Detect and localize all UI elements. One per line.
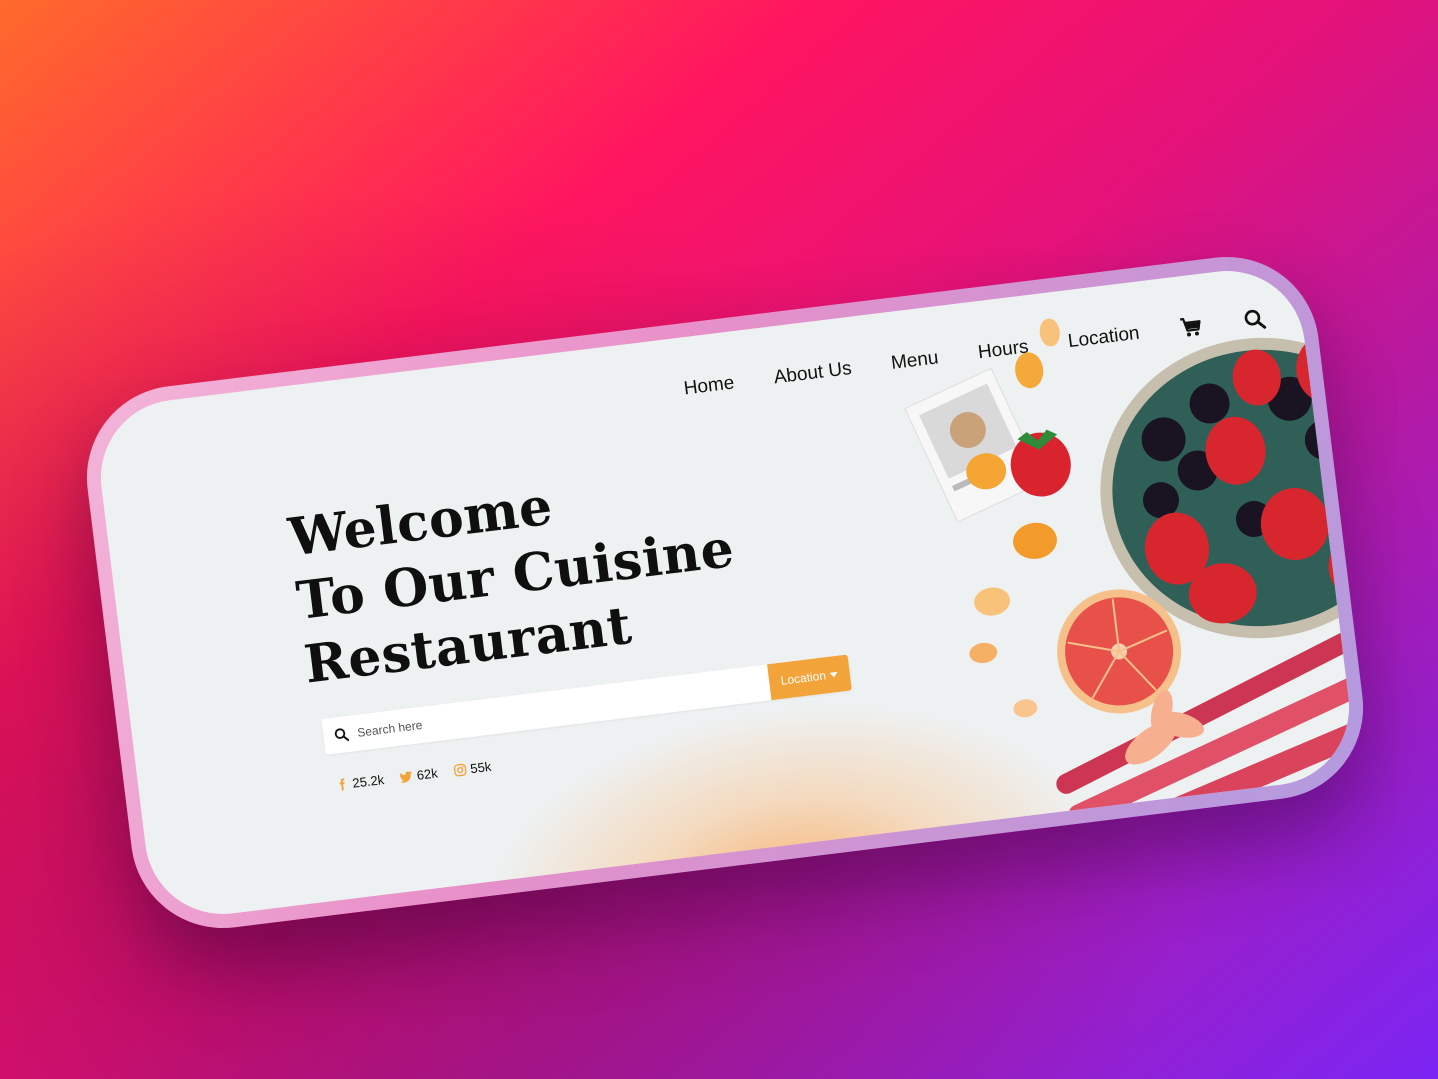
nav-about-us[interactable]: About Us [773,358,853,389]
search-icon[interactable] [1241,306,1268,333]
nav-home[interactable]: Home [683,372,736,400]
twitter-stat[interactable]: 62k [399,765,439,785]
instagram-count: 55k [469,758,493,777]
twitter-count: 62k [415,765,439,783]
nav-menu[interactable]: Menu [890,347,940,375]
location-dropdown-button[interactable]: Location [766,654,852,701]
hero-heading: Welcome To Our Cuisine Restaurant [285,453,745,697]
caret-down-icon [829,671,839,678]
nav-hours[interactable]: Hours [977,336,1030,364]
website-screen: Home About Us Menu Hours Location Welcom… [92,262,1358,923]
facebook-icon [335,777,349,791]
facebook-stat[interactable]: 25.2k [335,772,385,793]
device-frame: Home About Us Menu Hours Location Welcom… [76,246,1374,939]
twitter-icon [399,769,413,783]
social-stats: 25.2k 62k 55k [335,759,492,793]
instagram-icon [453,763,467,777]
facebook-count: 25.2k [351,772,385,791]
cart-icon[interactable] [1178,314,1205,341]
search-field-icon [333,726,351,744]
location-button-label: Location [779,668,827,688]
